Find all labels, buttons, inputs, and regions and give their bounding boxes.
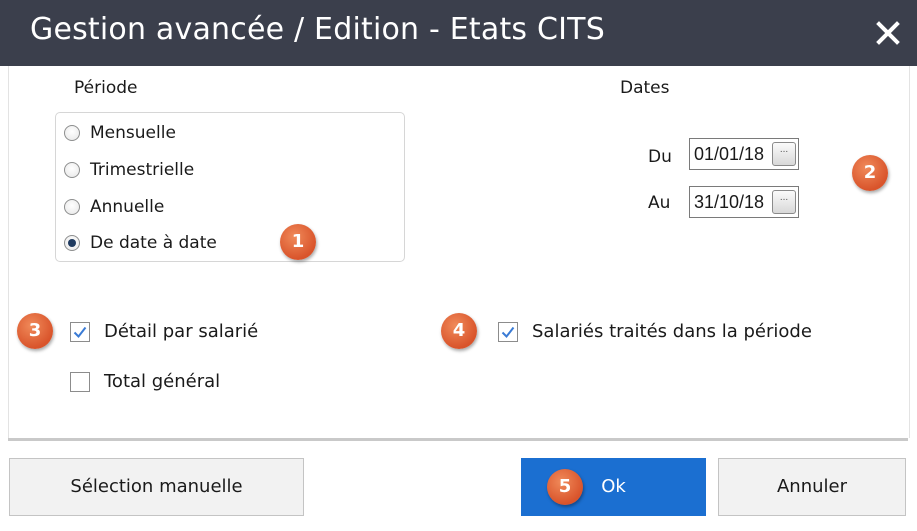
radio-circle <box>64 125 80 141</box>
du-label: Du <box>648 147 672 167</box>
au-date-picker-button[interactable]: ... <box>772 190 796 214</box>
checkbox-label: Salariés traités dans la période <box>532 321 812 342</box>
ok-label: Ok <box>601 476 626 497</box>
checkbox-total-general[interactable]: Total général <box>70 371 220 392</box>
radio-label: Mensuelle <box>90 123 176 143</box>
check-icon <box>501 326 515 338</box>
checkbox-box <box>498 321 518 342</box>
callout-badge-2: 2 <box>852 155 888 191</box>
radio-annuelle[interactable]: Annuelle <box>64 194 164 220</box>
ellipsis-icon: ... <box>779 144 789 155</box>
dates-label: Dates <box>620 78 670 98</box>
selection-manuelle-button[interactable]: Sélection manuelle <box>9 458 304 516</box>
periode-label: Période <box>74 78 138 98</box>
annuler-button[interactable]: Annuler <box>718 458 906 516</box>
radio-label: Trimestrielle <box>90 160 195 180</box>
checkbox-detail-par-salarie[interactable]: Détail par salarié <box>70 321 258 342</box>
close-button[interactable] <box>873 18 903 48</box>
radio-mensuelle[interactable]: Mensuelle <box>64 120 176 146</box>
radio-label: Annuelle <box>90 197 165 217</box>
callout-badge-3: 3 <box>17 313 53 349</box>
radio-circle <box>64 162 80 178</box>
radio-circle-selected <box>64 235 80 251</box>
au-date-value: 31/10/18 <box>694 192 765 212</box>
du-date-picker-button[interactable]: ... <box>772 142 796 166</box>
checkbox-label: Total général <box>104 371 221 392</box>
callout-badge-4: 4 <box>441 313 477 349</box>
checkbox-box <box>70 321 90 342</box>
ellipsis-icon: ... <box>779 192 789 203</box>
checkbox-box <box>70 371 90 392</box>
callout-badge-5: 5 <box>547 469 583 505</box>
title-bar: Gestion avancée / Edition - Etats CITS <box>0 0 917 66</box>
window-title: Gestion avancée / Edition - Etats CITS <box>30 12 605 47</box>
radio-de-date-a-date[interactable]: De date à date <box>64 230 217 256</box>
radio-label: De date à date <box>90 233 217 253</box>
du-date-value: 01/01/18 <box>694 144 765 164</box>
du-date-field[interactable]: 01/01/18 ... <box>689 138 799 170</box>
close-icon <box>876 21 900 45</box>
radio-trimestrielle[interactable]: Trimestrielle <box>64 157 194 183</box>
radio-circle <box>64 199 80 215</box>
au-date-field[interactable]: 31/10/18 ... <box>689 186 799 218</box>
check-icon <box>73 326 87 338</box>
callout-badge-1: 1 <box>280 224 316 260</box>
checkbox-label: Détail par salarié <box>104 321 259 342</box>
checkbox-salaries-traites[interactable]: Salariés traités dans la période <box>498 321 812 342</box>
au-label: Au <box>648 193 671 213</box>
footer-divider <box>8 438 908 441</box>
